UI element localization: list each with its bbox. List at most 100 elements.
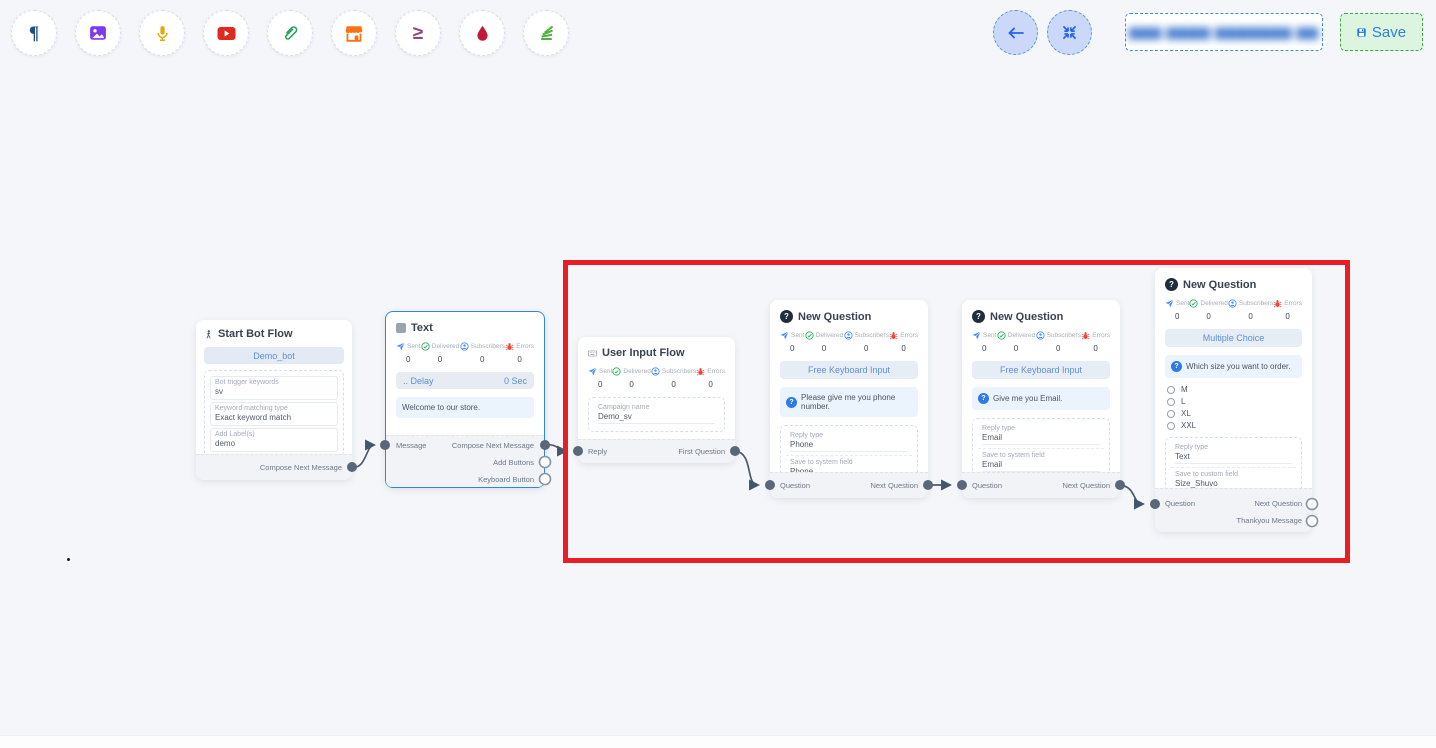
- question-icon: ?: [972, 310, 985, 323]
- back-button[interactable]: [993, 10, 1038, 55]
- node-start-bot-flow[interactable]: Start Bot Flow Demo_bot Bot trigger keyw…: [196, 320, 352, 480]
- option-l[interactable]: L: [1167, 396, 1300, 407]
- field-label: Reply type: [1175, 444, 1292, 451]
- delivered-count: 0: [629, 380, 633, 389]
- subscribers-count: 0: [864, 344, 868, 353]
- bottom-scroll-strip[interactable]: [0, 735, 1436, 748]
- stats-row: Sent0 Delivered0 Subscribers0 Errors0: [1165, 299, 1302, 321]
- radio-icon: [1167, 398, 1175, 406]
- option-xl[interactable]: XL: [1167, 408, 1300, 419]
- field-label: Reply type: [982, 425, 1100, 432]
- edge-start-to-text: [352, 445, 374, 467]
- sent-count: 0: [790, 344, 794, 353]
- droplet-icon: [475, 25, 490, 42]
- node-header: User Input Flow: [588, 347, 725, 359]
- reply-type-field[interactable]: Reply type Phone: [786, 430, 912, 456]
- port-label-question: Question: [780, 481, 810, 490]
- errors-count: 0: [1093, 344, 1097, 353]
- question-icon: ?: [1165, 278, 1178, 291]
- flow-title-input[interactable]: ▆▆▆ ▆▆▆▆ ▆▆▆▆▆▆▆ ▆▆: [1125, 13, 1323, 51]
- port-label-message: Message: [396, 441, 426, 450]
- node-new-question-phone[interactable]: ? New Question Sent0 Delivered0 Subscrib…: [770, 300, 928, 498]
- question-bubble[interactable]: ? Give me you Email.: [972, 387, 1110, 410]
- message-bubble[interactable]: Welcome to our store.: [396, 397, 534, 418]
- question-bubble[interactable]: ? Which size you want to order.: [1165, 355, 1302, 378]
- node-header: Start Bot Flow: [204, 328, 344, 340]
- campaign-name-field[interactable]: Campaign name Demo_sv: [594, 402, 719, 427]
- ecommerce-element-button[interactable]: [331, 10, 377, 56]
- errors-icon: [889, 331, 898, 340]
- fit-view-button[interactable]: [1047, 10, 1092, 55]
- bot-trigger-keywords-field[interactable]: Bot trigger keywords sv: [210, 376, 338, 400]
- option-xxl[interactable]: XXL: [1167, 420, 1300, 431]
- reply-type-field[interactable]: Reply type Text: [1171, 442, 1296, 468]
- text-element-button[interactable]: ¶: [11, 10, 57, 56]
- add-labels-field[interactable]: Add Label(s) demo: [210, 428, 338, 452]
- port-label-add-buttons: Add Buttons: [493, 458, 534, 467]
- port-label-reply: Reply: [588, 447, 607, 456]
- errors-count: 0: [1285, 312, 1289, 321]
- subscribers-count: 0: [1248, 312, 1252, 321]
- condition-element-button[interactable]: ≥: [395, 10, 441, 56]
- question-bubble[interactable]: ? Please give me you phone number.: [780, 387, 918, 417]
- arrow-left-icon: [1007, 26, 1025, 40]
- option-m[interactable]: M: [1167, 384, 1300, 395]
- option-label: XXL: [1181, 421, 1196, 430]
- image-element-button[interactable]: [75, 10, 121, 56]
- node-title: Start Bot Flow: [218, 328, 293, 340]
- port-label-first-question: First Question: [678, 447, 725, 456]
- node-new-question-size[interactable]: ? New Question Sent0 Delivered0 Subscrib…: [1155, 268, 1312, 532]
- keyword-matching-type-field[interactable]: Keyword matching type Exact keyword matc…: [210, 402, 338, 426]
- question-bubble-icon: ?: [786, 397, 797, 408]
- radio-icon: [1167, 386, 1175, 394]
- droplet-element-button[interactable]: [459, 10, 505, 56]
- errors-icon: [505, 342, 514, 351]
- stats-row: Sent0 Delivered0 Subscribers0 Errors0: [396, 342, 534, 364]
- field-value: Email: [982, 460, 1100, 472]
- sent-count: 0: [406, 355, 410, 364]
- subscribers-icon: [1228, 299, 1237, 308]
- sent-count: 0: [1175, 312, 1179, 321]
- node-title: New Question: [990, 311, 1063, 323]
- stack-element-button[interactable]: [523, 10, 569, 56]
- port-label-compose-next-message: Compose Next Message: [452, 441, 534, 450]
- radio-icon: [1167, 410, 1175, 418]
- audio-element-button[interactable]: [139, 10, 185, 56]
- node-header: Text: [396, 322, 534, 334]
- question-bubble-icon: ?: [978, 393, 989, 404]
- port-label-question: Question: [1165, 499, 1195, 508]
- delay-value: 0 Sec: [504, 376, 527, 386]
- youtube-icon: [217, 26, 236, 41]
- file-element-button[interactable]: [267, 10, 313, 56]
- option-label: L: [1181, 397, 1185, 406]
- node-text[interactable]: Text Sent0 Delivered0 Subscribers0 Error…: [385, 311, 545, 488]
- question-type-button[interactable]: Free Keyboard Input: [780, 361, 918, 379]
- bot-name-button[interactable]: Demo_bot: [204, 347, 344, 364]
- flow-title-redacted-text: ▆▆▆ ▆▆▆▆ ▆▆▆▆▆▆▆ ▆▆: [1129, 24, 1319, 40]
- question-type-button[interactable]: Free Keyboard Input: [972, 361, 1110, 379]
- question-type-button[interactable]: Multiple Choice: [1165, 329, 1302, 347]
- delay-label: .. Delay: [403, 376, 434, 386]
- delivered-icon: [1189, 299, 1198, 308]
- node-footer: Question Next Question: [770, 472, 928, 498]
- microphone-icon: [154, 25, 171, 42]
- reply-type-field[interactable]: Reply type Email: [978, 423, 1104, 449]
- delay-setting[interactable]: .. Delay 0 Sec: [396, 372, 534, 389]
- sent-count: 0: [982, 344, 986, 353]
- sent-icon: [972, 331, 981, 340]
- save-button[interactable]: Save: [1340, 13, 1423, 51]
- node-footer: Compose Next Message: [196, 454, 352, 480]
- sent-count: 0: [598, 380, 602, 389]
- node-new-question-email[interactable]: ? New Question Sent0 Delivered0 Subscrib…: [962, 300, 1120, 498]
- radio-icon: [1167, 422, 1175, 430]
- node-user-input-flow[interactable]: User Input Flow Sent0 Delivered0 Subscri…: [578, 337, 735, 463]
- element-toolbar: ¶ ≥: [11, 10, 569, 56]
- field-label: Reply type: [790, 432, 908, 439]
- node-footer: Question Next Question Thankyou Message: [1155, 488, 1312, 532]
- question-text: Which size you want to order.: [1186, 362, 1291, 371]
- sent-icon: [1165, 299, 1174, 308]
- sent-icon: [780, 331, 789, 340]
- question-bubble-icon: ?: [1171, 361, 1182, 372]
- video-element-button[interactable]: [203, 10, 249, 56]
- field-value: Exact keyword match: [215, 413, 333, 422]
